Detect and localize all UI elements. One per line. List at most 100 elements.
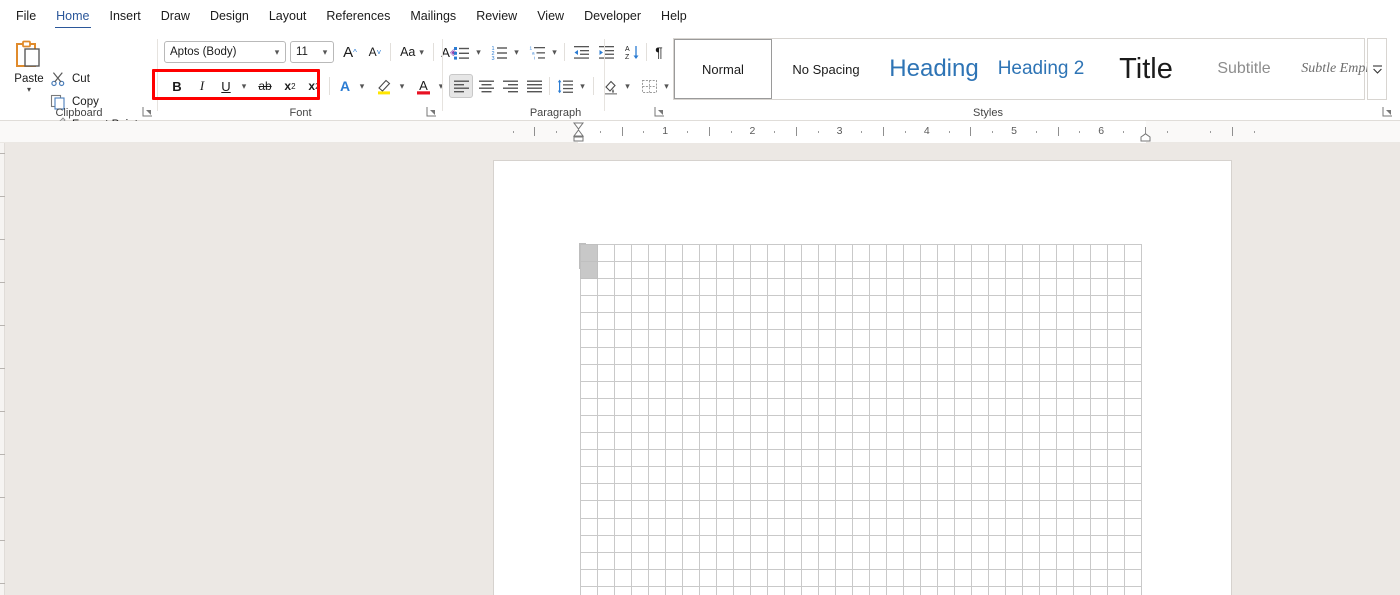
table-row[interactable]: [580, 585, 1142, 595]
table-cell[interactable]: [869, 414, 887, 434]
table-cell[interactable]: [665, 483, 683, 502]
table-cell[interactable]: [1124, 585, 1142, 595]
table-cell[interactable]: [750, 534, 768, 553]
table-cell[interactable]: [1056, 414, 1074, 434]
table-cell[interactable]: [801, 312, 819, 331]
table-cell[interactable]: [699, 363, 717, 382]
table-cell[interactable]: [869, 312, 887, 331]
table-cell[interactable]: [699, 568, 717, 587]
table-cell[interactable]: [869, 500, 887, 519]
table-cell[interactable]: [699, 585, 717, 595]
table-cell[interactable]: [988, 329, 1006, 348]
table-cell[interactable]: [954, 585, 972, 595]
table-cell[interactable]: [750, 517, 768, 536]
table-cell[interactable]: [665, 380, 683, 399]
table-cell[interactable]: [767, 432, 785, 451]
table-cell[interactable]: [750, 380, 768, 399]
table-cell[interactable]: [733, 380, 751, 399]
table-cell[interactable]: [716, 346, 734, 365]
table-cell[interactable]: [988, 568, 1006, 587]
table-cell[interactable]: [1005, 312, 1023, 331]
table-cell[interactable]: [835, 534, 853, 553]
table-cell[interactable]: [784, 517, 802, 536]
table-cell[interactable]: [886, 534, 904, 553]
table-cell[interactable]: [954, 295, 972, 314]
table-cell[interactable]: [784, 585, 802, 595]
table-cell[interactable]: [665, 397, 683, 416]
table-cell[interactable]: [750, 414, 768, 434]
table-cell[interactable]: [1090, 295, 1108, 314]
table-cell[interactable]: [1005, 295, 1023, 314]
table-cell[interactable]: [648, 278, 666, 297]
table-cell[interactable]: [886, 397, 904, 416]
table-cell[interactable]: [699, 483, 717, 502]
table-cell[interactable]: [801, 346, 819, 365]
highlight-dropdown[interactable]: ▾: [395, 74, 409, 98]
table-cell[interactable]: [1090, 397, 1108, 416]
table-cell[interactable]: [818, 278, 836, 297]
table-cell[interactable]: [1090, 346, 1108, 365]
table-cell[interactable]: [937, 517, 955, 536]
horizontal-ruler[interactable]: 1 2 3 4 5 6: [0, 121, 1400, 143]
table-cell[interactable]: [1022, 380, 1040, 399]
table-cell[interactable]: [903, 380, 921, 399]
table-cell[interactable]: [988, 585, 1006, 595]
table-cell[interactable]: [699, 312, 717, 331]
table-cell[interactable]: [648, 534, 666, 553]
table-cell[interactable]: [597, 363, 615, 382]
italic-button[interactable]: I: [191, 74, 213, 98]
table-cell[interactable]: [1107, 397, 1125, 416]
table-cell[interactable]: [665, 500, 683, 519]
table-cell[interactable]: [1090, 261, 1108, 280]
table-cell[interactable]: [580, 346, 598, 365]
table-cell[interactable]: [1073, 329, 1091, 348]
shrink-font-button[interactable]: A ˅: [363, 40, 387, 64]
table-cell[interactable]: [1107, 483, 1125, 502]
table-cell[interactable]: [597, 432, 615, 451]
table-cell[interactable]: [801, 278, 819, 297]
style-item-normal[interactable]: Normal: [674, 39, 772, 99]
table-cell[interactable]: [665, 466, 683, 485]
table-cell[interactable]: [767, 261, 785, 280]
table-cell[interactable]: [1056, 551, 1074, 570]
table-cell[interactable]: [1090, 363, 1108, 382]
table-cell[interactable]: [971, 363, 989, 382]
table-cell[interactable]: [852, 363, 870, 382]
table-cell[interactable]: [835, 295, 853, 314]
table-cell[interactable]: [1090, 568, 1108, 587]
table-cell[interactable]: [903, 278, 921, 297]
table-cell[interactable]: [818, 243, 836, 263]
cut-button[interactable]: Cut: [50, 68, 90, 89]
ribbon-tab-home[interactable]: Home: [46, 3, 99, 30]
table-cell[interactable]: [1124, 500, 1142, 519]
table-cell[interactable]: [614, 363, 632, 382]
table-cell[interactable]: [580, 517, 598, 536]
table-cell[interactable]: [733, 312, 751, 331]
justify-button[interactable]: [522, 74, 546, 98]
table-cell[interactable]: [1022, 295, 1040, 314]
table-cell[interactable]: [886, 483, 904, 502]
style-item-heading[interactable]: Heading: [880, 39, 988, 99]
table-cell[interactable]: [937, 295, 955, 314]
table-cell[interactable]: [835, 312, 853, 331]
table-cell[interactable]: [835, 517, 853, 536]
table-cell[interactable]: [1073, 380, 1091, 399]
document-table[interactable]: [580, 243, 1142, 595]
table-cell[interactable]: [937, 414, 955, 434]
table-cell[interactable]: [835, 483, 853, 502]
table-cell[interactable]: [648, 397, 666, 416]
table-cell[interactable]: [784, 414, 802, 434]
table-cell[interactable]: [648, 449, 666, 468]
table-cell[interactable]: [580, 278, 598, 297]
table-cell[interactable]: [1022, 585, 1040, 595]
table-cell[interactable]: [580, 551, 598, 570]
table-cell[interactable]: [852, 414, 870, 434]
table-cell[interactable]: [1056, 363, 1074, 382]
table-cell[interactable]: [580, 414, 598, 434]
table-cell[interactable]: [699, 329, 717, 348]
table-cell[interactable]: [971, 295, 989, 314]
table-row[interactable]: [580, 243, 1142, 263]
table-cell[interactable]: [716, 500, 734, 519]
table-cell[interactable]: [716, 312, 734, 331]
table-cell[interactable]: [648, 414, 666, 434]
